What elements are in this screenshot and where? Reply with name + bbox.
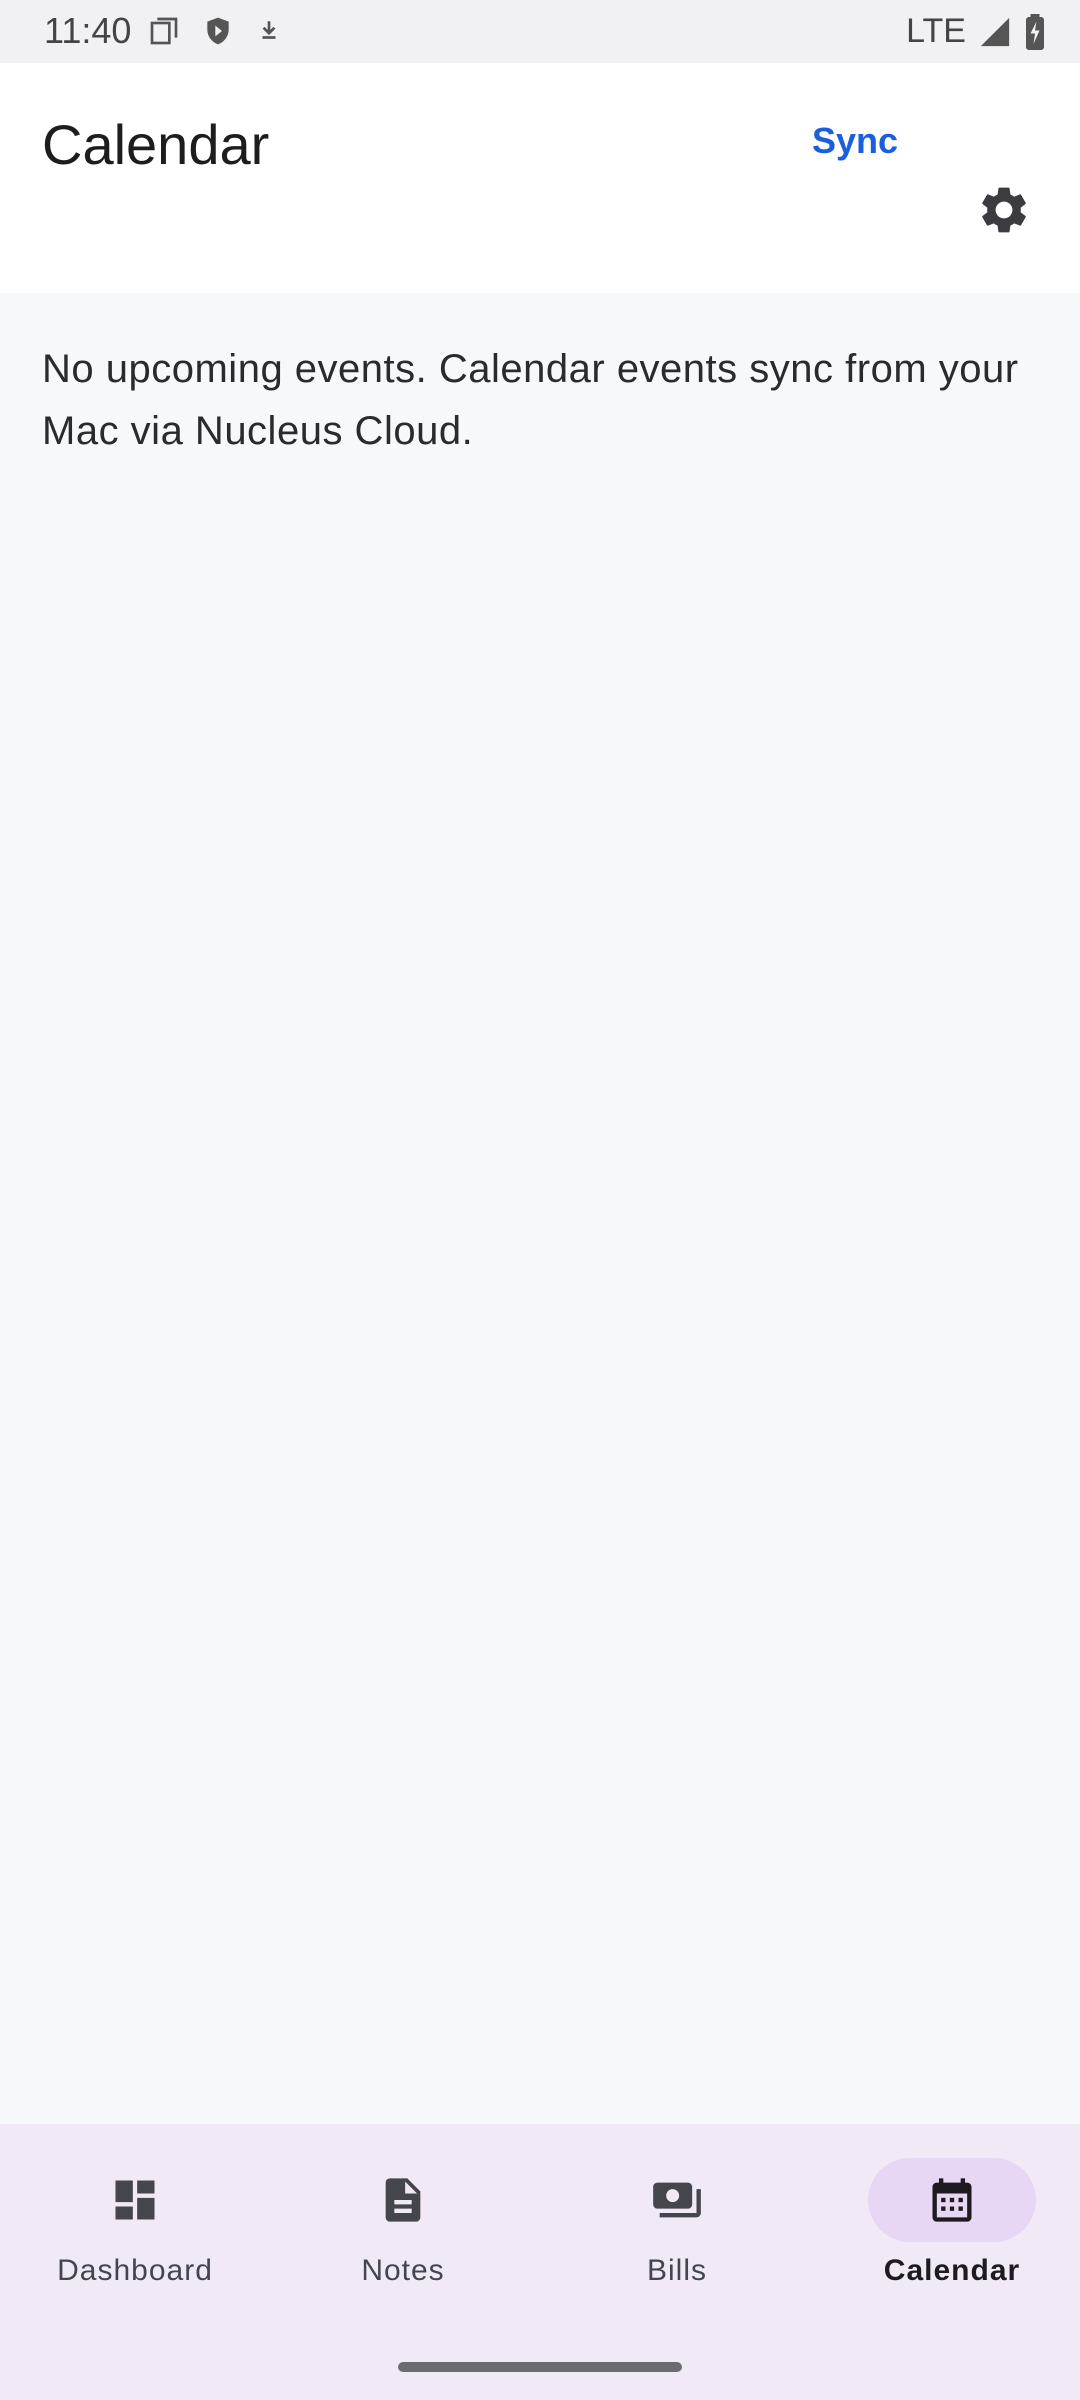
- gear-icon[interactable]: [976, 182, 1032, 238]
- bills-icon: [653, 2182, 701, 2218]
- sync-button[interactable]: Sync: [812, 120, 898, 162]
- bottom-navigation: Dashboard Notes Bills Calendar: [0, 2124, 1080, 2400]
- page-title: Calendar: [42, 113, 270, 176]
- app-bar: [0, 63, 1080, 293]
- nav-label-dashboard: Dashboard: [57, 2254, 213, 2287]
- shield-play-icon: [207, 17, 229, 45]
- calendar-icon: [932, 2178, 972, 2222]
- home-indicator[interactable]: [398, 2362, 682, 2372]
- status-time: 11:40: [44, 10, 132, 51]
- nav-label-calendar: Calendar: [883, 2254, 1021, 2287]
- status-bar: 11:40 LTE: [0, 0, 1080, 63]
- notes-icon: [385, 2178, 421, 2222]
- signal-icon: [980, 17, 1010, 46]
- active-indicator: [868, 2158, 1036, 2242]
- download-icon: [262, 21, 276, 39]
- empty-state-message: No upcoming events. Calendar events sync…: [42, 347, 1019, 453]
- nav-item-notes[interactable]: Notes: [268, 2124, 538, 2324]
- status-icons-right: LTE: [906, 12, 1046, 51]
- nav-item-dashboard[interactable]: Dashboard: [0, 2124, 270, 2324]
- nav-label-notes: Notes: [361, 2254, 445, 2287]
- battery-charging-icon: [1026, 13, 1044, 50]
- status-icons-left: [148, 14, 282, 48]
- screenshot-icon: [150, 17, 178, 45]
- nav-label-bills: Bills: [646, 2254, 707, 2287]
- nav-item-bills[interactable]: Bills: [542, 2124, 812, 2324]
- dashboard-icon: [115, 2180, 155, 2220]
- nav-item-calendar[interactable]: Calendar: [817, 2124, 1080, 2324]
- network-type: LTE: [906, 12, 966, 50]
